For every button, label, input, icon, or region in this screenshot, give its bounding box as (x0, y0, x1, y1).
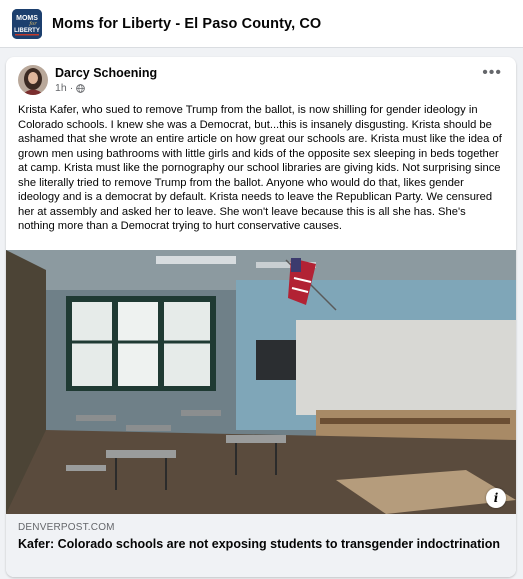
meta-separator: · (69, 82, 74, 94)
post-time[interactable]: 1h (55, 82, 67, 94)
link-preview[interactable]: DENVERPOST.COM Kafer: Colorado schools a… (6, 514, 516, 577)
author-avatar[interactable] (18, 65, 48, 95)
post-header: Darcy Schoening 1h · ••• (6, 57, 516, 99)
post-image[interactable]: i (6, 250, 516, 514)
post-card: Darcy Schoening 1h · ••• Krista Kafer, w… (6, 57, 516, 577)
link-domain: DENVERPOST.COM (18, 522, 115, 533)
group-header: MOMS for LIBERTY Moms for Liberty - El P… (0, 0, 523, 48)
svg-text:LIBERTY: LIBERTY (14, 28, 40, 34)
link-title[interactable]: Kafer: Colorado schools are not exposing… (18, 537, 504, 552)
moms-for-liberty-logo: MOMS for LIBERTY (12, 8, 42, 39)
svg-text:for: for (28, 21, 37, 27)
info-icon[interactable]: i (486, 488, 506, 508)
post-meta: 1h · (55, 82, 86, 94)
classroom-photo (6, 250, 516, 514)
author-name[interactable]: Darcy Schoening (55, 66, 157, 80)
group-logo[interactable]: MOMS for LIBERTY (12, 8, 42, 39)
post-text: Krista Kafer, who sued to remove Trump f… (18, 104, 502, 232)
globe-icon (76, 83, 86, 93)
group-name[interactable]: Moms for Liberty - El Paso County, CO (52, 16, 321, 32)
more-options-button[interactable]: ••• (482, 65, 502, 81)
